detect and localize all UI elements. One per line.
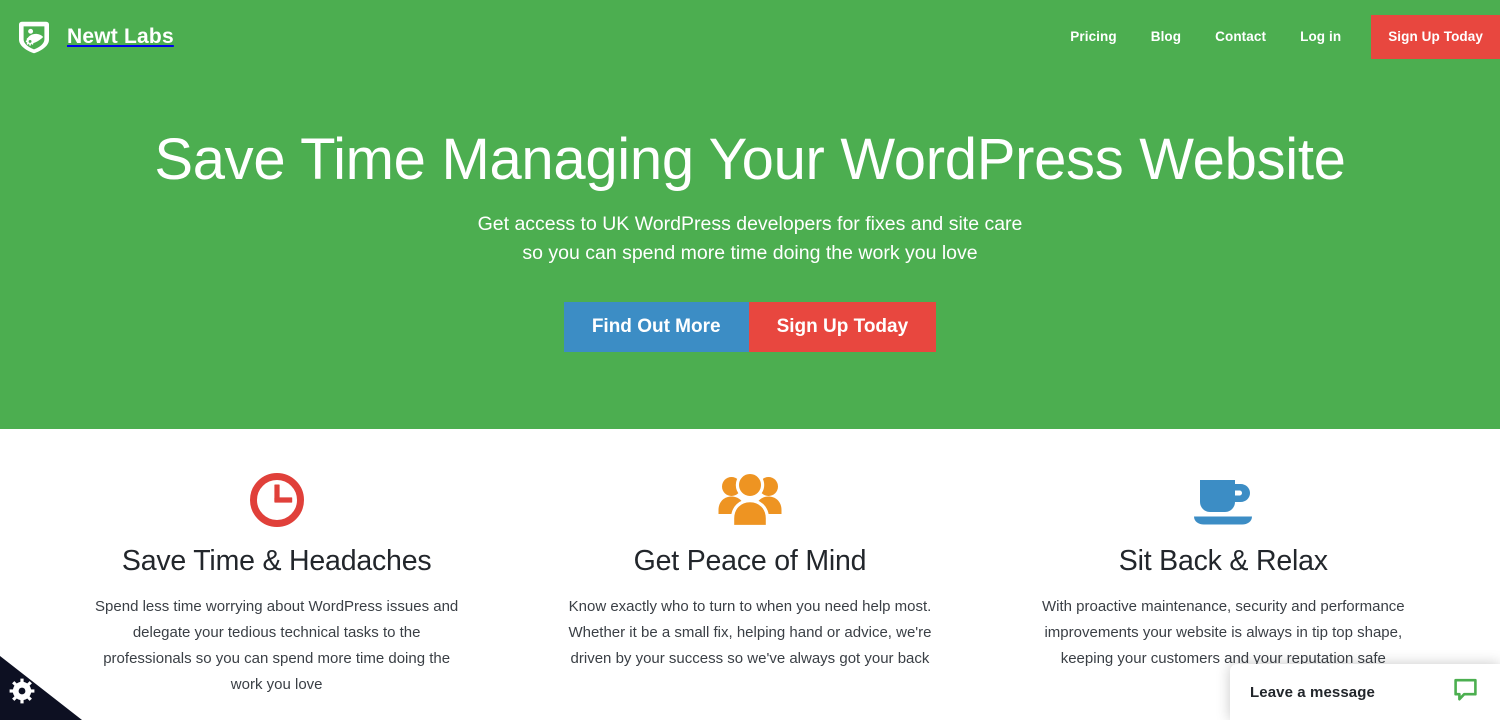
feature-body: Spend less time worrying about WordPress… xyxy=(95,597,459,693)
feature-card-peace-of-mind: Get Peace of Mind Know exactly who to tu… xyxy=(513,471,986,698)
gear-icon[interactable] xyxy=(9,678,35,709)
hero-subtitle-line-1: Get access to UK WordPress developers fo… xyxy=(477,212,1023,235)
header-sign-up-button[interactable]: Sign Up Today xyxy=(1371,14,1500,59)
newt-shield-logo-icon xyxy=(14,17,54,57)
nav-item-blog[interactable]: Blog xyxy=(1134,30,1198,44)
people-group-icon xyxy=(535,471,964,529)
hero-title: Save Time Managing Your WordPress Websit… xyxy=(154,127,1346,192)
hero-sign-up-button[interactable]: Sign Up Today xyxy=(748,301,937,352)
coffee-cup-icon xyxy=(1009,471,1438,529)
feature-body: Know exactly who to turn to when you nee… xyxy=(568,597,932,667)
feature-card-save-time: Save Time & Headaches Spend less time wo… xyxy=(40,471,513,698)
corner-settings-tab[interactable] xyxy=(0,656,82,720)
feature-title: Sit Back & Relax xyxy=(1118,545,1328,577)
features-section: Save Time & Headaches Spend less time wo… xyxy=(0,429,1500,698)
clock-icon xyxy=(62,471,491,529)
find-out-more-button[interactable]: Find Out More xyxy=(563,301,749,352)
hero-cta-group: Find Out More Sign Up Today xyxy=(0,301,1500,352)
feature-title: Save Time & Headaches xyxy=(121,545,432,577)
chat-widget-label: Leave a message xyxy=(1250,683,1375,701)
main-navigation: Pricing Blog Contact Log in Sign Up Toda… xyxy=(1053,0,1500,73)
nav-item-log-in[interactable]: Log in xyxy=(1283,30,1358,44)
site-header: Newt Labs Pricing Blog Contact Log in Si… xyxy=(0,0,1500,73)
hero-subtitle: Get access to UK WordPress developers fo… xyxy=(0,210,1500,268)
feature-title: Get Peace of Mind xyxy=(633,545,867,577)
feature-body: With proactive maintenance, security and… xyxy=(1041,597,1405,667)
brand-name: Newt Labs xyxy=(67,25,174,48)
brand-logo-link[interactable]: Newt Labs xyxy=(10,17,174,57)
hero-section: Save Time Managing Your WordPress Websit… xyxy=(0,73,1500,429)
hero-subtitle-line-2: so you can spend more time doing the wor… xyxy=(522,241,978,264)
chat-bubble-icon[interactable] xyxy=(1453,677,1478,707)
nav-item-contact[interactable]: Contact xyxy=(1198,30,1283,44)
nav-item-pricing[interactable]: Pricing xyxy=(1053,30,1133,44)
chat-widget[interactable]: Leave a message xyxy=(1230,664,1500,720)
